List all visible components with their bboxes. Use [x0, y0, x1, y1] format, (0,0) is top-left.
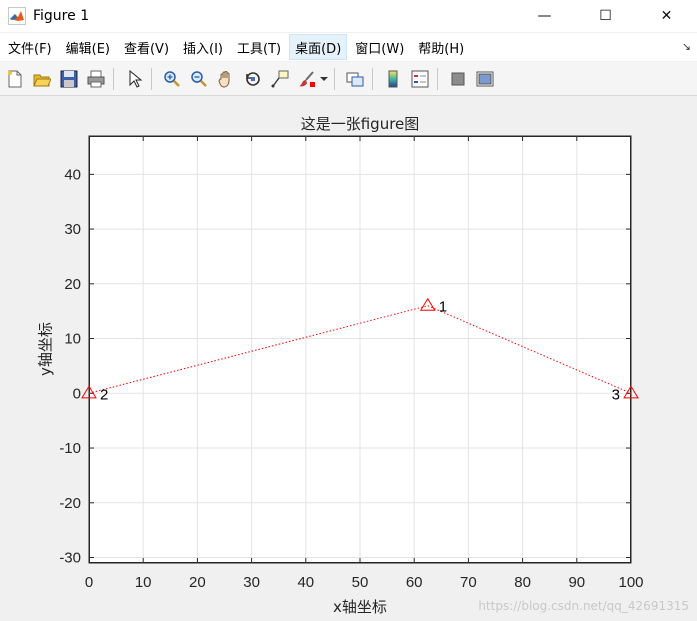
data-point-marker [419, 297, 436, 311]
rotate-3d-icon[interactable] [241, 67, 265, 91]
toolbar-separator [437, 67, 438, 90]
zoom-in-icon[interactable] [160, 67, 184, 91]
x-tick-label: 70 [460, 574, 477, 591]
new-figure-icon[interactable] [3, 67, 27, 91]
menu-bar: 文件(F) 编辑(E) 查看(V) 插入(I) 工具(T) 桌面(D) 窗口(W… [0, 33, 697, 61]
y-tick-label: 40 [64, 166, 81, 183]
show-plot-tools-icon[interactable] [473, 67, 497, 91]
select-arrow-icon[interactable] [122, 67, 146, 91]
maximize-button[interactable]: ☐ [575, 0, 636, 32]
menu-overflow-arrow-icon[interactable]: ↘ [682, 40, 691, 53]
brush-icon[interactable] [295, 67, 319, 91]
legend-icon[interactable] [408, 67, 432, 91]
menu-file[interactable]: 文件(F) [2, 34, 58, 60]
menu-tools[interactable]: 工具(T) [231, 34, 287, 60]
y-tick-label: -10 [59, 440, 81, 457]
data-point-label: 3 [612, 386, 620, 403]
data-point-label: 1 [439, 299, 447, 316]
y-tick-label: 30 [64, 221, 81, 238]
title-bar: Figure 1 — ☐ ✕ [0, 0, 697, 32]
menu-insert[interactable]: 插入(I) [177, 34, 229, 60]
x-tick-label: 90 [568, 574, 585, 591]
menu-help[interactable]: 帮助(H) [412, 34, 470, 60]
watermark: https://blog.csdn.net/qq_42691315 [478, 599, 689, 613]
x-tick-label: 20 [189, 574, 206, 591]
toolbar [0, 62, 697, 96]
y-tick-label: 20 [64, 276, 81, 293]
x-tick-label: 10 [135, 574, 152, 591]
hide-plot-tools-icon[interactable] [446, 67, 470, 91]
x-tick-label: 60 [406, 574, 423, 591]
data-point-label: 2 [100, 386, 108, 403]
menu-view[interactable]: 查看(V) [118, 34, 175, 60]
x-tick-label: 0 [85, 574, 93, 591]
toolbar-separator [372, 67, 373, 90]
link-plot-icon[interactable] [343, 67, 367, 91]
figure-canvas: 这是一张figure图 0 10 20 30 40 50 60 70 80 90 100 -30 -20… [0, 96, 697, 621]
chart-svg: 0 10 20 30 40 50 60 70 80 90 100 -30 -20 -10 0 10 20 30 40… [59, 135, 644, 591]
brush-dropdown-icon[interactable] [319, 67, 329, 91]
minimize-button[interactable]: — [514, 0, 575, 32]
x-tick-label: 30 [243, 574, 260, 591]
y-tick-label: 10 [64, 331, 81, 348]
toolbar-separator [151, 67, 152, 90]
y-tick-label: -30 [59, 550, 81, 567]
zoom-out-icon[interactable] [187, 67, 211, 91]
y-tick-label: -20 [59, 495, 81, 512]
menu-edit[interactable]: 编辑(E) [60, 34, 116, 60]
toolbar-separator [334, 67, 335, 90]
colorbar-icon[interactable] [381, 67, 405, 91]
print-icon[interactable] [84, 67, 108, 91]
menu-desktop[interactable]: 桌面(D) [289, 34, 348, 60]
save-icon[interactable] [57, 67, 81, 91]
data-cursor-icon[interactable] [268, 67, 292, 91]
menu-window[interactable]: 窗口(W) [349, 34, 410, 60]
close-button[interactable]: ✕ [636, 0, 697, 32]
window-title: Figure 1 [33, 8, 90, 24]
x-tick-label: 40 [297, 574, 314, 591]
pan-hand-icon[interactable] [214, 67, 238, 91]
y-axis-label: y轴坐标 [36, 322, 55, 376]
open-file-icon[interactable] [30, 67, 54, 91]
y-tick-label: 0 [73, 385, 81, 402]
toolbar-separator [113, 67, 114, 90]
x-tick-label: 100 [618, 574, 643, 591]
matlab-icon [8, 7, 26, 25]
x-tick-label: 50 [352, 574, 369, 591]
x-tick-label: 80 [514, 574, 531, 591]
